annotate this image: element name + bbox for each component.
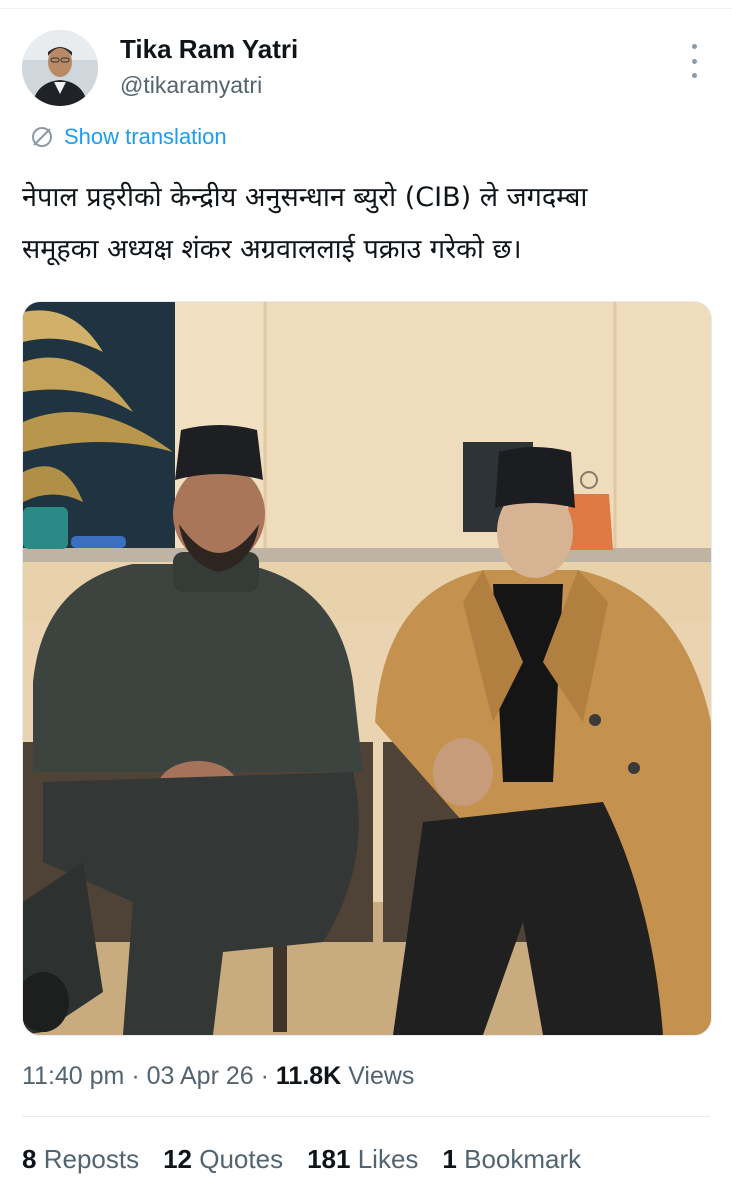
tweet-text: नेपाल प्रहरीको केन्द्रीय अनुसन्धान ब्युर… [22,172,712,276]
avatar[interactable] [22,30,98,106]
views-label: Views [348,1062,415,1090]
reposts-label: Reposts [43,1144,140,1174]
tweet-time[interactable]: 11:40 pm [22,1062,124,1090]
quotes-label: Quotes [199,1144,284,1174]
bookmarks-count: 1 [442,1144,457,1174]
views-count: 11.8K [275,1062,342,1090]
more-options-icon[interactable] [680,44,708,78]
author-handle[interactable]: @tikaramyatri [120,72,262,99]
meta-separator: · [131,1062,140,1090]
top-border [0,8,732,9]
avatar-image [22,30,98,106]
tweet-text-line-1: नेपाल प्रहरीको केन्द्रीय अनुसन्धान ब्युर… [22,182,588,213]
tweet-text-line-2: समूहका अध्यक्ष शंकर अग्रवाललाई पक्राउ गर… [22,234,522,265]
tweet-meta: 11:40 pm · 03 Apr 26 · 11.8K Views [22,1062,414,1091]
bookmarks-stat[interactable]: 1 Bookmark [442,1144,581,1175]
reposts-stat[interactable]: 8 Reposts [22,1144,139,1175]
show-translation-button[interactable]: Show translation [30,124,227,150]
likes-count: 181 [307,1144,351,1174]
quotes-stat[interactable]: 12 Quotes [163,1144,283,1175]
bookmarks-label: Bookmark [464,1144,582,1174]
quotes-count: 12 [163,1144,193,1174]
reposts-count: 8 [22,1144,37,1174]
more-dot [691,58,697,64]
likes-stat[interactable]: 181 Likes [307,1144,418,1175]
tweet-date[interactable]: 03 Apr 26 [147,1062,254,1090]
divider [22,1116,710,1117]
photo-illustration [23,302,711,1035]
engagement-stats: 8 Reposts 12 Quotes 181 Likes 1 Bookmark [22,1144,581,1175]
more-dot [691,73,697,78]
translate-icon [32,127,52,147]
author-name[interactable]: Tika Ram Yatri [120,34,298,65]
more-dot [691,44,697,49]
show-translation-label: Show translation [64,124,227,149]
likes-label: Likes [357,1144,419,1174]
meta-separator: · [260,1062,269,1090]
tweet-photo[interactable] [22,301,712,1036]
